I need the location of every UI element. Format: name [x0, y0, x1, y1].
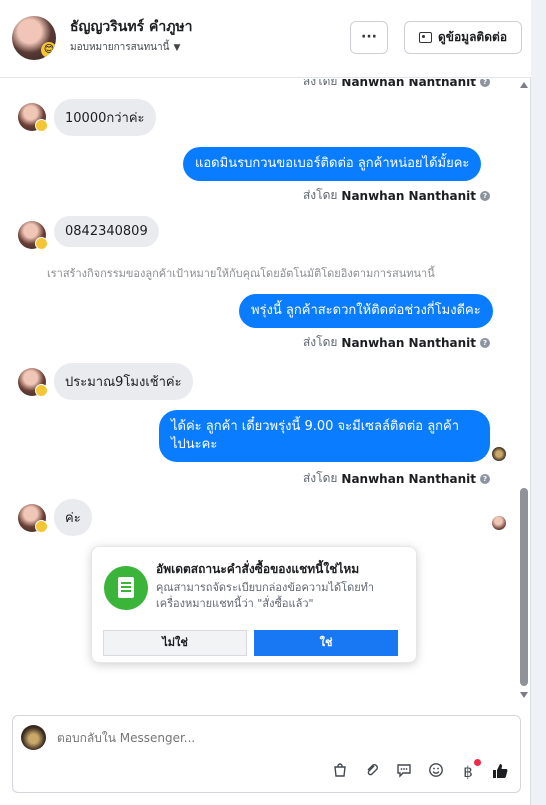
chat-bubble-icon[interactable] — [394, 762, 414, 782]
customer-avatar — [18, 368, 48, 397]
assign-conversation-dropdown[interactable]: มอบหมายการสนทนานี้ ▼ — [70, 40, 180, 55]
outgoing-message[interactable]: แอดมินรบกวนขอเบอร์ติดต่อ ลูกค้าหน่อยได้ม… — [183, 147, 482, 181]
more-options-button[interactable]: ··· — [350, 21, 388, 54]
baht-icon[interactable]: ฿ — [458, 759, 481, 782]
customer-avatar — [18, 504, 48, 533]
no-button[interactable]: ไม่ใช่ — [103, 630, 247, 656]
sent-by-name: Nanwhan Nanthanit — [341, 79, 476, 89]
emoji-badge-icon: 😊 — [41, 42, 56, 58]
scrollbar-thumb[interactable] — [520, 488, 528, 686]
scroll-up-arrow-icon[interactable] — [520, 82, 528, 88]
order-status-prompt: อัพเดตสถานะคำสั่งซื้อของแชทนี้ใช่ไหม คุณ… — [91, 546, 417, 663]
help-icon[interactable]: ? — [480, 190, 490, 201]
scroll-down-arrow-icon[interactable] — [520, 692, 528, 698]
read-receipt-avatar — [492, 516, 506, 530]
composer-toolbar: ฿ — [330, 759, 510, 782]
sent-by-prefix: ส่งโดย — [302, 79, 338, 88]
sent-by-label: ส่งโดย Nanwhan Nanthanit ? — [303, 79, 490, 91]
conversation-header: 😊 ธัญญวรินทร์ คำภูษา มอบหมายการสนทนานี้ … — [0, 0, 531, 78]
incoming-message[interactable]: 0842340809 — [54, 216, 159, 247]
sent-by-name: Nanwhan Nanthanit — [341, 335, 476, 350]
paperclip-icon[interactable] — [362, 762, 382, 782]
view-contact-label: ดูข้อมูลติดต่อ — [437, 30, 508, 44]
view-contact-button[interactable]: ดูข้อมูลติดต่อ — [404, 21, 522, 54]
customer-avatar — [18, 103, 48, 132]
message-line: ไปนะคะ — [171, 437, 218, 452]
help-icon[interactable]: ? — [480, 79, 490, 87]
sent-by-name: Nanwhan Nanthanit — [341, 471, 476, 486]
outgoing-message[interactable]: ได้ค่ะ ลูกค้า เดี๋ยวพรุ่งนี้ 9.00 จะมีเซ… — [159, 410, 490, 462]
outgoing-message[interactable]: พรุ่งนี้ ลูกค้าสะดวกให้ติดต่อช่วงกี่โมงด… — [239, 294, 493, 328]
customer-avatar — [18, 221, 48, 250]
sent-by-label: ส่งโดย Nanwhan Nanthanit ? — [303, 186, 490, 205]
message-line: ได้ค่ะ ลูกค้า เดี๋ยวพรุ่งนี้ 9.00 จะมีเซ… — [171, 419, 460, 434]
assign-label: มอบหมายการสนทนานี้ — [70, 42, 170, 53]
contact-avatar[interactable]: 😊 — [12, 16, 56, 60]
incoming-message[interactable]: 10000กว่าค่ะ — [54, 99, 156, 136]
incoming-message[interactable]: ประมาณ9โมงเช้าค่ะ — [54, 363, 193, 400]
prompt-title: อัพเดตสถานะคำสั่งซื้อของแชทนี้ใช่ไหม — [156, 562, 360, 576]
prompt-body: คุณสามารถจัดระเบียบกล่องข้อความได้โดยทำเ… — [156, 581, 375, 610]
message-composer: ฿ — [12, 715, 521, 793]
sent-by-prefix: ส่งโดย — [302, 335, 338, 349]
order-document-icon — [104, 566, 148, 610]
page-avatar — [21, 725, 46, 750]
contact-card-icon — [418, 32, 432, 43]
incoming-message[interactable]: ค่ะ — [54, 499, 92, 536]
system-note: เราสร้างกิจกรรมของลูกค้าเป้าหมายให้กับคุ… — [47, 267, 435, 280]
sent-by-label: ส่งโดย Nanwhan Nanthanit ? — [303, 333, 490, 352]
thumbs-up-icon[interactable] — [490, 762, 510, 782]
sent-by-name: Nanwhan Nanthanit — [341, 188, 476, 203]
smiley-icon[interactable] — [426, 762, 446, 782]
shopping-bag-icon[interactable] — [330, 762, 350, 782]
reply-input[interactable] — [57, 731, 477, 745]
conversation-panel: 😊 ธัญญวรินทร์ คำภูษา มอบหมายการสนทนานี้ … — [0, 0, 531, 805]
sent-by-prefix: ส่งโดย — [302, 471, 338, 485]
chevron-down-icon: ▼ — [173, 42, 181, 53]
sent-by-prefix: ส่งโดย — [302, 188, 338, 202]
contact-name[interactable]: ธัญญวรินทร์ คำภูษา — [70, 16, 193, 38]
help-icon[interactable]: ? — [480, 337, 490, 348]
more-dots-icon: ··· — [361, 29, 377, 45]
sent-by-label: ส่งโดย Nanwhan Nanthanit ? — [303, 469, 490, 488]
yes-button[interactable]: ใช่ — [254, 630, 398, 656]
read-receipt-avatar — [492, 447, 506, 461]
help-icon[interactable]: ? — [480, 473, 490, 484]
